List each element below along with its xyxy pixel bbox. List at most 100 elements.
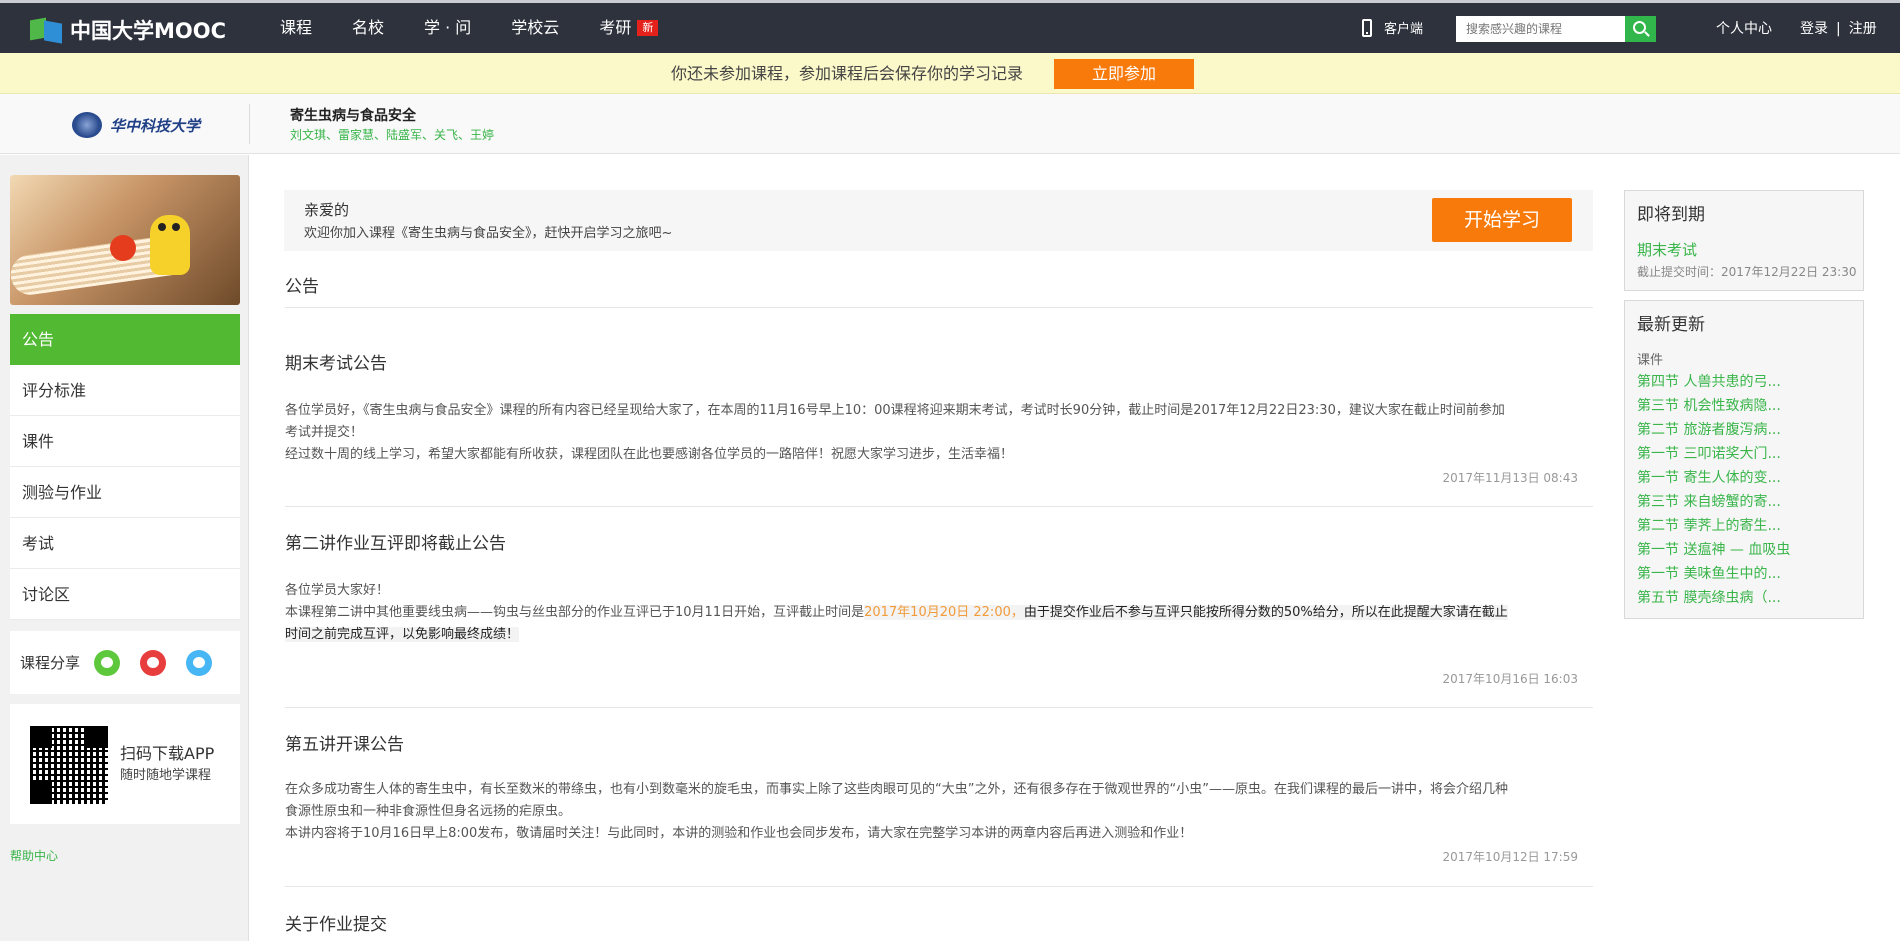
- client-download-link[interactable]: 客户端: [1362, 18, 1423, 37]
- announcement-line: 在众多成功寄生人体的寄生虫中，有长至数米的带绦虫，也有小到数毫米的旋毛虫，而事实…: [285, 782, 1508, 797]
- course-teachers[interactable]: 刘文琪、雷家慧、陆盛军、关飞、王婷: [290, 126, 494, 143]
- personal-center-link[interactable]: 个人中心: [1716, 3, 1772, 56]
- register-link[interactable]: 注册: [1849, 3, 1877, 56]
- divider: [285, 886, 1593, 887]
- university-seal-icon: [72, 112, 102, 138]
- join-now-button[interactable]: 立即参加: [1054, 59, 1194, 89]
- nav-label: 课程: [280, 18, 313, 37]
- search-button[interactable]: [1625, 16, 1656, 42]
- announcement-time: 2017年10月16日 16:03: [1442, 672, 1578, 686]
- user-links: 个人中心 登录 | 注册: [1716, 3, 1877, 56]
- phone-icon: [1362, 18, 1372, 37]
- course-title: 寄生虫病与食品安全: [290, 108, 416, 124]
- sidebar-item-quizzes[interactable]: 测验与作业: [10, 467, 240, 518]
- announcement-line: 食源性原虫和一种非食源性但身名远扬的疟原虫。: [285, 804, 572, 819]
- announcement-line: 本课程第二讲中其他重要线虫病——钩虫与丝虫部分的作业互评已于10月11日开始，互…: [285, 602, 1585, 624]
- announcement-line: 经过数十周的线上学习，希望大家都能有所收获，课程团队在此也要感谢各位学员的一路陪…: [285, 447, 1014, 462]
- update-item-link[interactable]: 第二节 荸荠上的寄生...: [1637, 515, 1781, 535]
- nav-label: 学校云: [511, 18, 560, 37]
- announcement-line: 各位学员大家好！: [285, 583, 390, 598]
- course-cover-image: [10, 175, 240, 305]
- nav-school-cloud[interactable]: 学校云: [511, 3, 559, 53]
- sidebar-item-announcements[interactable]: 公告: [10, 314, 240, 365]
- panel-title: 即将到期: [1637, 205, 1705, 225]
- announcement-body: 在众多成功寄生人体的寄生虫中，有长至数米的带绦虫，也有小到数毫米的旋毛虫，而事实…: [285, 779, 1585, 845]
- login-link[interactable]: 登录: [1800, 3, 1828, 56]
- course-header: 华中科技大学 寄生虫病与食品安全 刘文琪、雷家慧、陆盛军、关飞、王婷: [0, 94, 1900, 154]
- divider: [285, 707, 1593, 708]
- top-navbar: 中国大学MOOC 课程 名校 学 · 问 学校云 考研新 客户端 个人中心 登录…: [0, 0, 1900, 53]
- nav-label: 名校: [352, 18, 385, 37]
- sidebar-item-exam[interactable]: 考试: [10, 518, 240, 569]
- client-label: 客户端: [1384, 22, 1424, 37]
- welcome-box: 亲爱的 欢迎你加入课程《寄生虫病与食品安全》，赶快开启学习之旅吧~ 开始学习: [284, 190, 1593, 251]
- logo-text: 中国大学MOOC: [70, 19, 227, 43]
- update-item-link[interactable]: 第一节 三叩诺奖大门...: [1637, 443, 1781, 463]
- update-item-link[interactable]: 第四节 人兽共患的弓...: [1637, 371, 1781, 391]
- announcement-line: 时间之前完成互评，以免影响最终成绩！: [285, 624, 1585, 646]
- announcement-body: 各位学员好，《寄生虫病与食品安全》课程的所有内容已经呈现给大家了，在本周的11月…: [285, 400, 1585, 466]
- announcement-line: 考试并提交！: [285, 425, 364, 440]
- sidebar-menu: 公告 评分标准 课件 测验与作业 考试 讨论区: [10, 314, 240, 620]
- announcement-body: 各位学员大家好！ 本课程第二讲中其他重要线虫病——钩虫与丝虫部分的作业互评已于1…: [285, 580, 1585, 646]
- help-center-link[interactable]: 帮助中心: [10, 847, 58, 864]
- search-icon: [1632, 21, 1646, 34]
- search-input[interactable]: [1456, 16, 1626, 42]
- update-item-link[interactable]: 第三节 来自螃蟹的寄...: [1637, 491, 1781, 511]
- announcement-title: 关于作业提交: [285, 915, 387, 935]
- nav-xuewen[interactable]: 学 · 问: [424, 3, 471, 53]
- divider: [285, 506, 1593, 507]
- nav-courses[interactable]: 课程: [280, 3, 312, 53]
- share-label: 课程分享: [20, 654, 81, 672]
- search-box: [1456, 16, 1656, 42]
- qq-icon[interactable]: [186, 649, 213, 676]
- app-download-title: 扫码下载APP: [120, 744, 215, 763]
- announcement-title: 期末考试公告: [285, 354, 387, 374]
- announcement-line: 本讲内容将于10月16日早上8:00发布，敬请届时关注！与此同时，本讲的测验和作…: [285, 826, 1193, 841]
- nav-label: 学 · 问: [424, 18, 472, 37]
- panel-title: 最新更新: [1637, 315, 1705, 335]
- section-title: 公告: [285, 277, 319, 297]
- weibo-icon[interactable]: [140, 649, 167, 676]
- nav-kaoyan[interactable]: 考研新: [599, 3, 659, 53]
- site-logo[interactable]: 中国大学MOOC: [30, 15, 226, 45]
- qr-code-icon: [30, 726, 108, 804]
- course-share: 课程分享: [10, 631, 240, 694]
- update-category: 课件: [1637, 353, 1664, 368]
- start-learning-button[interactable]: 开始学习: [1432, 198, 1572, 242]
- announcement-time: 2017年11月13日 08:43: [1442, 471, 1578, 485]
- due-item-link[interactable]: 期末考试: [1637, 239, 1697, 260]
- announcement-time: 2017年10月12日 17:59: [1442, 850, 1578, 864]
- main-nav: 课程 名校 学 · 问 学校云 考研新: [280, 3, 698, 53]
- app-download-subtitle: 随时随地学课程: [120, 768, 212, 783]
- update-item-link[interactable]: 第三节 机会性致病隐...: [1637, 395, 1781, 415]
- sidebar-item-grading[interactable]: 评分标准: [10, 365, 240, 416]
- app-download-box: 扫码下载APP 随时随地学课程: [10, 704, 240, 824]
- announcement-title: 第五讲开课公告: [285, 735, 404, 755]
- announcement-text: 本课程第二讲中其他重要线虫病——钩虫与丝虫部分的作业互评已于10月11日开始，互…: [285, 605, 865, 620]
- update-item-link[interactable]: 第一节 送瘟神 — 血吸虫: [1637, 539, 1790, 559]
- announcement-title: 第二讲作业互评即将截止公告: [285, 534, 506, 554]
- announcement-line: 各位学员好，《寄生虫病与食品安全》课程的所有内容已经呈现给大家了，在本周的11月…: [285, 403, 1505, 418]
- update-item-link[interactable]: 第一节 美味鱼生中的...: [1637, 563, 1781, 583]
- due-deadline: 截止提交时间：2017年12月22日 23:30: [1637, 265, 1857, 279]
- sidebar-item-courseware[interactable]: 课件: [10, 416, 240, 467]
- highlighted-text: 时间之前完成互评，以免影响最终成绩！: [285, 627, 520, 642]
- join-banner: 你还未参加课程，参加课程后会保存你的学习记录 立即参加: [0, 53, 1900, 94]
- update-item-link[interactable]: 第五节 膜壳绦虫病（...: [1637, 587, 1781, 607]
- highlighted-deadline: 2017年10月20日 22:00，: [864, 605, 1024, 620]
- nav-schools[interactable]: 名校: [352, 3, 384, 53]
- update-item-link[interactable]: 第二节 旅游者腹泻病...: [1637, 419, 1781, 439]
- latest-updates-panel: 最新更新 课件 第四节 人兽共患的弓... 第三节 机会性致病隐... 第二节 …: [1624, 300, 1864, 619]
- divider: [249, 104, 250, 144]
- join-banner-text: 你还未参加课程，参加课程后会保存你的学习记录: [671, 64, 1024, 83]
- wechat-icon[interactable]: [94, 649, 121, 676]
- welcome-text: 欢迎你加入课程《寄生虫病与食品安全》，赶快开启学习之旅吧~: [304, 226, 673, 241]
- nav-label: 考研: [599, 18, 632, 37]
- sidebar-item-forum[interactable]: 讨论区: [10, 569, 240, 620]
- highlighted-text: 由于提交作业后不参与互评只能按所得分数的50%给分，所以在此提醒大家请在截止: [1023, 605, 1508, 620]
- update-item-link[interactable]: 第一节 寄生人体的变...: [1637, 467, 1781, 487]
- university-logo[interactable]: 华中科技大学: [72, 112, 200, 138]
- welcome-title: 亲爱的: [304, 201, 350, 219]
- new-badge: 新: [637, 20, 659, 36]
